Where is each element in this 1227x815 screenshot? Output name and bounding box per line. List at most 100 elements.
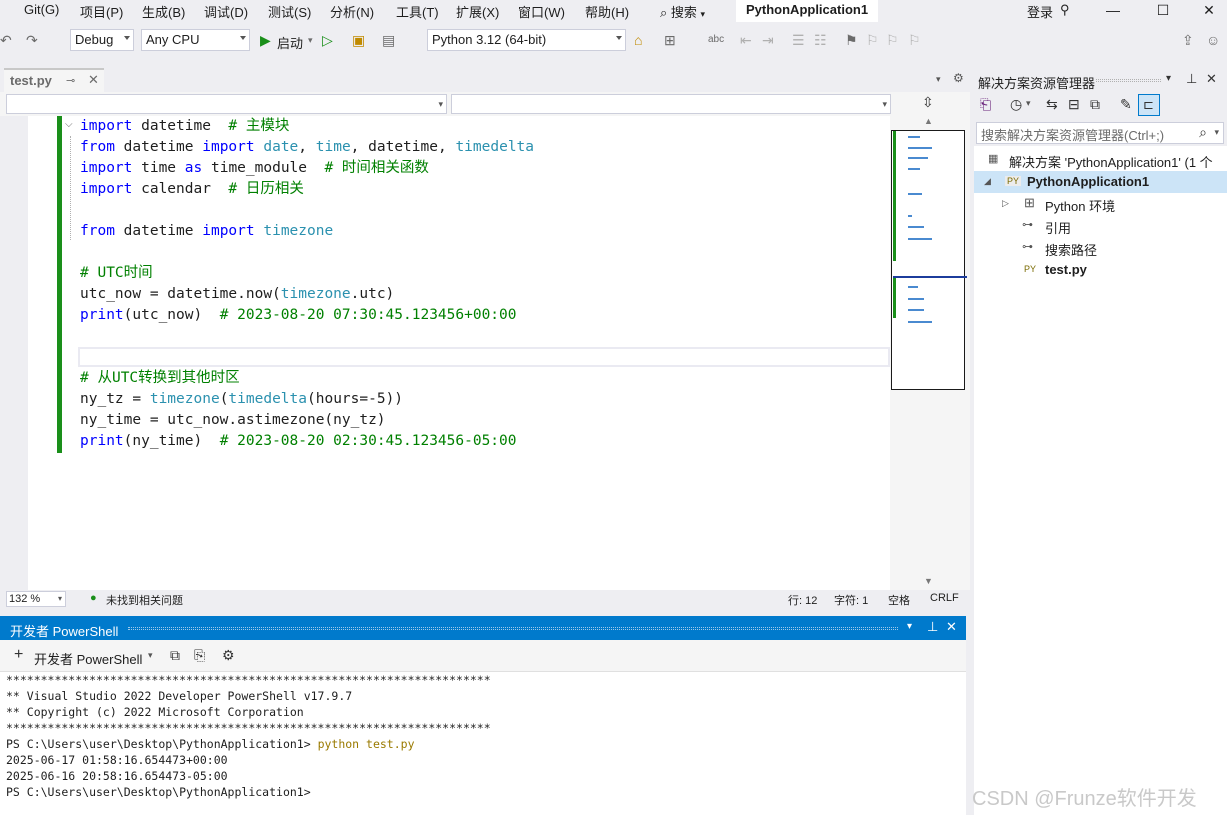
chevron-down-icon: ▾ <box>882 99 887 109</box>
collapse-all-icon[interactable]: ⊟ <box>1068 96 1080 113</box>
chevron-down-icon[interactable]: ▾ <box>1214 127 1219 138</box>
tree-node-test-py[interactable]: PY test.py <box>974 259 1227 281</box>
pane-options-icon[interactable]: ▾ <box>1166 73 1171 84</box>
tree-node-python-env[interactable]: ▷ ⊞ Python 环境 <box>974 193 1227 215</box>
expand-right-icon[interactable]: ▷ <box>1002 198 1009 209</box>
settings-gear-icon[interactable]: ⚙ <box>953 71 964 85</box>
comment-icon[interactable]: ☰ <box>792 31 805 49</box>
new-terminal-label[interactable]: 开发者 PowerShell <box>34 649 142 668</box>
pin-icon[interactable]: ⊥ <box>927 619 938 635</box>
settings-gear-icon[interactable]: ⚙ <box>222 647 235 664</box>
maximize-button[interactable]: ☐ <box>1140 0 1186 22</box>
search-icon[interactable]: ⌕ <box>1199 124 1207 141</box>
fold-toggle-icon[interactable]: ⌵ <box>65 119 73 130</box>
platform-dropdown[interactable]: Any CPU <box>141 29 250 51</box>
tree-node-project[interactable]: ◢ PY PythonApplication1 <box>974 171 1227 193</box>
menu-item-test[interactable]: 测试(S) <box>268 2 311 21</box>
scope-dropdown[interactable]: ▾ <box>6 94 447 114</box>
prev-bookmark-icon[interactable]: ⚐ <box>866 31 879 49</box>
close-window-button[interactable]: ✕ <box>1186 0 1227 22</box>
code-editor[interactable]: ⌵ import datetime # 主模块 from datetime im… <box>0 116 970 590</box>
minimap-viewport[interactable] <box>891 130 967 390</box>
zoom-dropdown[interactable]: 132 % ▾ <box>6 591 66 607</box>
menu-item-extensions[interactable]: 扩展(X) <box>456 2 499 21</box>
menu-item-tools[interactable]: 工具(T) <box>396 2 439 21</box>
start-button-label[interactable]: 启动 <box>277 33 303 52</box>
no-issues-icon[interactable]: ● <box>90 592 97 604</box>
folder-icon[interactable]: ▣ <box>352 31 365 49</box>
minimap-scrollbar[interactable]: ▲ ▼ <box>890 116 970 590</box>
redo-icon[interactable]: ↷ <box>26 31 38 49</box>
tab-test-py[interactable]: test.py ⊸ ✕ <box>4 68 104 92</box>
feedback-icon[interactable]: ☺ <box>1206 31 1220 49</box>
uncomment-icon[interactable]: ☷ <box>814 31 827 49</box>
add-icon[interactable]: + <box>14 646 23 664</box>
chevron-down-icon[interactable]: ▾ <box>148 650 153 661</box>
configuration-dropdown[interactable]: Debug <box>70 29 134 51</box>
issues-status[interactable]: 未找到相关问题 <box>106 592 183 608</box>
account-icon[interactable]: ⚲ <box>1060 2 1070 18</box>
line-indicator[interactable]: 行: 12 <box>788 592 817 608</box>
paste-icon[interactable]: ⎘ <box>194 647 205 664</box>
python-file-icon: PY <box>1024 264 1037 274</box>
tree-node-references[interactable]: ⊶ 引用 <box>974 215 1227 237</box>
drag-grip[interactable] <box>128 627 898 630</box>
outdent-icon[interactable]: ⇥ <box>762 31 774 49</box>
member-dropdown[interactable]: ▾ <box>451 94 891 114</box>
pin-icon[interactable]: ⊥ <box>1186 71 1197 87</box>
chevron-down-icon[interactable]: ▾ <box>1026 98 1031 109</box>
menu-item-help[interactable]: 帮助(H) <box>585 2 629 21</box>
preview-icon: ⊏ <box>1143 97 1154 112</box>
menu-item-git[interactable]: Git(G) <box>24 2 59 17</box>
tree-node-search-paths[interactable]: ⊶ 搜索路径 <box>974 237 1227 259</box>
python-environment-dropdown[interactable]: Python 3.12 (64-bit) <box>427 29 626 51</box>
spell-check-icon[interactable]: abc <box>708 31 724 49</box>
bookmark-icon[interactable]: ⚑ <box>845 31 858 49</box>
standard-toolbar: ↶ ↷ Debug Any CPU ▶ 启动 ▾ ▷ ▣ ▤ Python 3.… <box>0 26 1227 56</box>
pin-icon[interactable]: ⊸ <box>66 74 75 87</box>
line-ending-indicator[interactable]: CRLF <box>930 592 959 604</box>
preview-button[interactable]: ⊏ <box>1138 94 1160 116</box>
search-menu[interactable]: ⌕ 搜索 ▾ <box>660 2 705 21</box>
tab-list-dropdown-icon[interactable]: ▾ <box>936 74 941 85</box>
sync-icon[interactable]: ⇆ <box>1046 96 1058 113</box>
menu-item-window[interactable]: 窗口(W) <box>518 2 565 21</box>
pane-options-icon[interactable]: ▾ <box>907 621 912 632</box>
start-dropdown-icon[interactable]: ▾ <box>308 31 313 49</box>
properties-wrench-icon[interactable]: ✎ <box>1120 96 1132 113</box>
undo-icon[interactable]: ↶ <box>0 31 12 49</box>
close-tab-icon[interactable]: ✕ <box>88 72 99 88</box>
tree-node-solution[interactable]: ▦ 解决方案 'PythonApplication1' (1 个 <box>974 149 1227 171</box>
close-pane-icon[interactable]: ✕ <box>1206 71 1217 87</box>
switch-views-icon[interactable]: ⎗ <box>980 96 991 113</box>
indent-icon[interactable]: ⇤ <box>740 31 752 49</box>
share-icon[interactable]: ⇪ <box>1182 31 1194 49</box>
menu-item-build[interactable]: 生成(B) <box>142 2 185 21</box>
char-indicator[interactable]: 字符: 1 <box>834 592 868 608</box>
code-token: import <box>202 223 255 239</box>
minimize-button[interactable]: — <box>1090 0 1136 22</box>
clear-bookmarks-icon[interactable]: ⚐ <box>908 31 921 49</box>
close-pane-icon[interactable]: ✕ <box>946 619 957 635</box>
copy-icon[interactable]: ⧉ <box>170 647 180 664</box>
powershell-terminal[interactable]: ****************************************… <box>0 672 966 815</box>
expand-down-icon[interactable]: ◢ <box>984 176 991 187</box>
menu-item-debug[interactable]: 调试(D) <box>204 2 248 21</box>
start-without-debug-icon[interactable]: ▷ <box>322 31 333 49</box>
show-all-files-icon[interactable]: ⧉ <box>1090 96 1100 113</box>
start-icon[interactable]: ▶ <box>260 31 271 49</box>
menu-item-analyze[interactable]: 分析(N) <box>330 2 374 21</box>
solution-explorer-search-input[interactable]: 搜索解决方案资源管理器(Ctrl+;) ⌕ ▾ <box>976 122 1224 144</box>
next-bookmark-icon[interactable]: ⚐ <box>886 31 899 49</box>
scroll-down-icon[interactable]: ▼ <box>924 576 933 586</box>
drag-grip[interactable] <box>1096 79 1161 82</box>
window-layout-icon[interactable]: ▤ <box>382 31 395 49</box>
whitespace-indicator[interactable]: 空格 <box>888 592 910 608</box>
layout-icon[interactable]: ⊞ <box>664 31 676 49</box>
login-link[interactable]: 登录 <box>1027 2 1053 21</box>
split-editor-icon[interactable]: ⇳ <box>922 94 934 111</box>
package-icon[interactable]: ⌂ <box>634 31 642 49</box>
menu-item-project[interactable]: 项目(P) <box>80 2 123 21</box>
scroll-up-icon[interactable]: ▲ <box>924 116 933 126</box>
history-icon[interactable]: ◷ <box>1010 96 1022 113</box>
